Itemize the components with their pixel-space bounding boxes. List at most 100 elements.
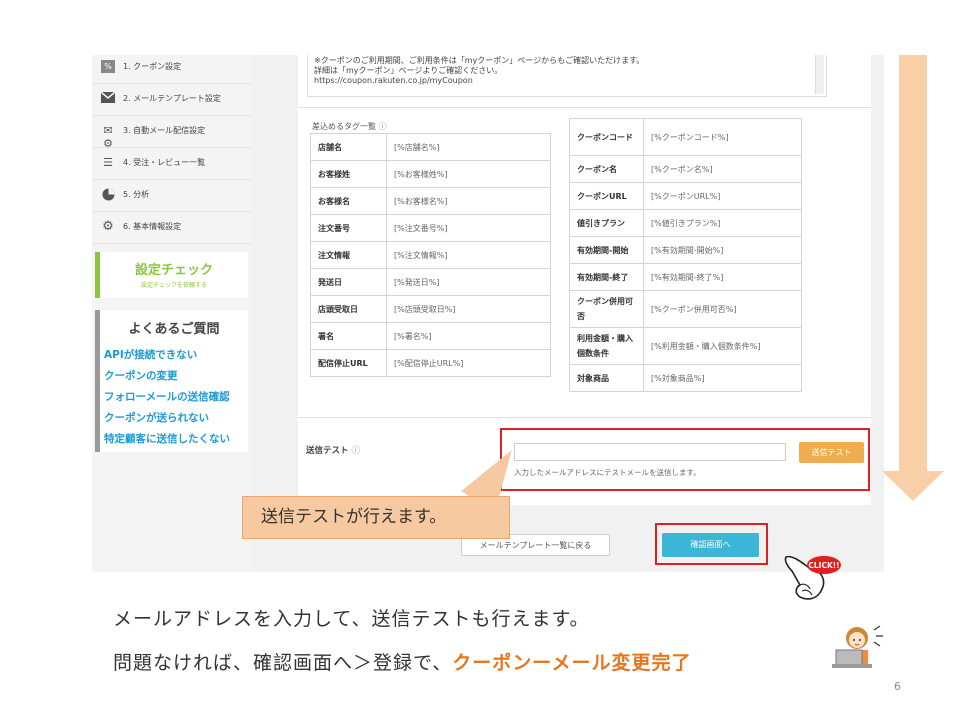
tag-name: 利用金額・購入個数条件 <box>569 327 644 365</box>
tag-name: 注文情報 <box>310 241 387 269</box>
pie-chart-icon <box>101 188 115 201</box>
tag-row: 有効期間-終了 [%有効期間-終了%] <box>569 263 802 291</box>
sidebar-item-label: 4. 受注・レビュー一覧 <box>123 158 206 167</box>
settings-check-button[interactable]: 設定チェック 設定チェックを依頼する <box>95 252 248 298</box>
click-label: CLICK!! <box>808 561 839 570</box>
tag-table-right: クーポンコード [%クーポンコード%] クーポン名 [%クーポン名%] クーポンURL[… <box>569 118 802 392</box>
caption-line-2: 問題なければ、確認画面へ＞登録で、クーポンーメール変更完了 <box>113 652 692 674</box>
tag-name: クーポン併用可否 <box>569 290 644 328</box>
tag-row: 店頭受取日 [%店頭受取日%] <box>310 295 551 323</box>
help-icon: ⓘ <box>351 446 360 456</box>
tags-caption: 差込めるタグ一覧 ⓘ <box>312 122 387 131</box>
tag-row: クーポン名 [%クーポン名%] <box>569 155 802 183</box>
tag-row: 利用金額・購入個数条件 [%利用金額・購入個数条件%] <box>569 327 802 365</box>
tag-row: 配信停止URL [%配信停止URL%] <box>310 349 551 377</box>
tag-name: お客様名 <box>310 187 387 215</box>
tag-row: 店舗名 [%店舗名%] <box>310 133 551 161</box>
tag-row: 注文情報 [%注文情報%] <box>310 241 551 269</box>
tag-code: [%利用金額・購入個数条件%] <box>643 327 802 365</box>
tag-code: [%有効期間-開始%] <box>643 236 802 264</box>
tag-code: [%有効期間-終了%] <box>643 263 802 291</box>
settings-check-subtitle: 設定チェックを依頼する <box>140 282 207 289</box>
tag-row: お客様姓 [%お客様姓%] <box>310 160 551 188</box>
tag-name: 対象商品 <box>569 364 644 392</box>
faq-link[interactable]: 特定顧客に送信したくない <box>100 429 248 450</box>
sidebar: % 1. クーポン設定 2. メールテンプレート設定 ✉⚙ 3. 自動メール配信… <box>92 55 253 572</box>
notice-line: ※クーポンのご利用期間、ご利用条件は「myクーポン」ページからもご確認いただけま… <box>314 56 645 65</box>
down-arrow-icon <box>882 55 944 501</box>
sidebar-item-auto-mail[interactable]: ✉⚙ 3. 自動メール配信設定 <box>92 115 252 150</box>
tag-row: クーポン併用可否 [%クーポン併用可否%] <box>569 290 802 328</box>
faq-link[interactable]: クーポンの変更 <box>100 366 248 387</box>
tag-code: [%署名%] <box>386 322 551 350</box>
send-test-callout: 送信テストが行えます。 <box>242 496 510 539</box>
page-number: 6 <box>894 680 901 693</box>
tag-code: [%お客様名%] <box>386 187 551 215</box>
sidebar-item-coupon[interactable]: % 1. クーポン設定 <box>92 55 252 84</box>
notice-line: https://coupon.rakuten.co.jp/myCoupon <box>314 76 473 85</box>
sidebar-item-basic-info[interactable]: ⚙ 6. 基本情報設定 <box>92 211 252 244</box>
tag-name: 有効期間-開始 <box>569 236 644 264</box>
help-icon: ⓘ <box>378 122 387 131</box>
faq-panel: よくあるご質問 APIが接続できない クーポンの変更 フォローメールの送信確認 … <box>95 310 248 452</box>
faq-link[interactable]: APIが接続できない <box>100 345 248 366</box>
tag-row: クーポンURL [%クーポンURL%] <box>569 182 802 210</box>
auto-mail-gear-icon: ✉⚙ <box>103 124 113 150</box>
faq-link[interactable]: クーポンが送られない <box>100 408 248 429</box>
sidebar-item-label: 6. 基本情報設定 <box>123 222 182 231</box>
send-test-label: 送信テスト ⓘ <box>306 446 360 456</box>
person-laptop-icon <box>832 625 883 668</box>
mail-icon <box>100 91 116 105</box>
tag-row: 署名 [%署名%] <box>310 322 551 350</box>
tag-code: [%配信停止URL%] <box>386 349 551 377</box>
tag-name: 発送日 <box>310 268 387 296</box>
tag-name: クーポンURL <box>569 182 644 210</box>
tag-row: 発送日 [%発送日%] <box>310 268 551 296</box>
tag-code: [%クーポンコード%] <box>643 118 802 156</box>
coupon-icon: % <box>101 60 115 73</box>
faq-title: よくあるご質問 <box>128 322 220 337</box>
settings-check-title: 設定チェック <box>134 263 213 278</box>
textarea-scrollbar[interactable] <box>815 55 824 94</box>
tag-name: 店舗名 <box>310 133 387 161</box>
tag-code: [%クーポン名%] <box>643 155 802 183</box>
tag-name: 値引きプラン <box>569 209 644 237</box>
tag-code: [%対象商品%] <box>643 364 802 392</box>
tag-name: 有効期間-終了 <box>569 263 644 291</box>
sidebar-item-orders-reviews[interactable]: ☰ 4. 受注・レビュー一覧 <box>92 147 252 180</box>
pointing-hand-icon: CLICK!! <box>784 555 841 600</box>
tag-name: クーポン名 <box>569 155 644 183</box>
tag-name: 注文番号 <box>310 214 387 242</box>
mail-body-textarea[interactable]: ※クーポンのご利用期間、ご利用条件は「myクーポン」ページからもご確認いただけま… <box>307 55 827 97</box>
tag-row: クーポンコード [%クーポンコード%] <box>569 118 802 156</box>
tag-row: 値引きプラン [%値引きプラン%] <box>569 209 802 237</box>
tag-row: お客様名 [%お客様名%] <box>310 187 551 215</box>
tag-row: 対象商品 [%対象商品%] <box>569 364 802 392</box>
notice-line: 詳細は「myクーポン」ページよりご確認ください。 <box>314 66 503 75</box>
tag-table-left: 店舗名 [%店舗名%] お客様姓 [%お客様姓%] お客様名 [%お客様名%] 注文番号 [%… <box>310 133 551 377</box>
sidebar-item-label: 2. メールテンプレート設定 <box>123 94 221 103</box>
tag-row: 有効期間-開始 [%有効期間-開始%] <box>569 236 802 264</box>
tag-code: [%店舗名%] <box>386 133 551 161</box>
divider <box>298 107 871 108</box>
tag-code: [%発送日%] <box>386 268 551 296</box>
tag-code: [%店頭受取日%] <box>386 295 551 323</box>
sidebar-item-mail-template[interactable]: 2. メールテンプレート設定 <box>92 83 252 116</box>
highlight-box-confirm <box>655 523 768 565</box>
tag-code: [%注文番号%] <box>386 214 551 242</box>
sidebar-item-label: 3. 自動メール配信設定 <box>123 126 206 135</box>
tag-name: お客様姓 <box>310 160 387 188</box>
tag-name: 署名 <box>310 322 387 350</box>
tag-name: 店頭受取日 <box>310 295 387 323</box>
tag-code: [%お客様姓%] <box>386 160 551 188</box>
highlight-box-send-test <box>500 428 870 491</box>
sidebar-item-label: 5. 分析 <box>123 190 150 199</box>
tag-name: 配信停止URL <box>310 349 387 377</box>
main-content: ※クーポンのご利用期間、ご利用条件は「myクーポン」ページからもご確認いただけま… <box>252 55 884 572</box>
gear-icon: ⚙ <box>102 219 114 234</box>
tag-row: 注文番号 [%注文番号%] <box>310 214 551 242</box>
caption-highlight: クーポンーメール変更完了 <box>452 652 692 674</box>
faq-link[interactable]: フォローメールの送信確認 <box>100 387 248 408</box>
sidebar-item-analysis[interactable]: 5. 分析 <box>92 179 252 212</box>
list-icon: ☰ <box>103 156 113 169</box>
